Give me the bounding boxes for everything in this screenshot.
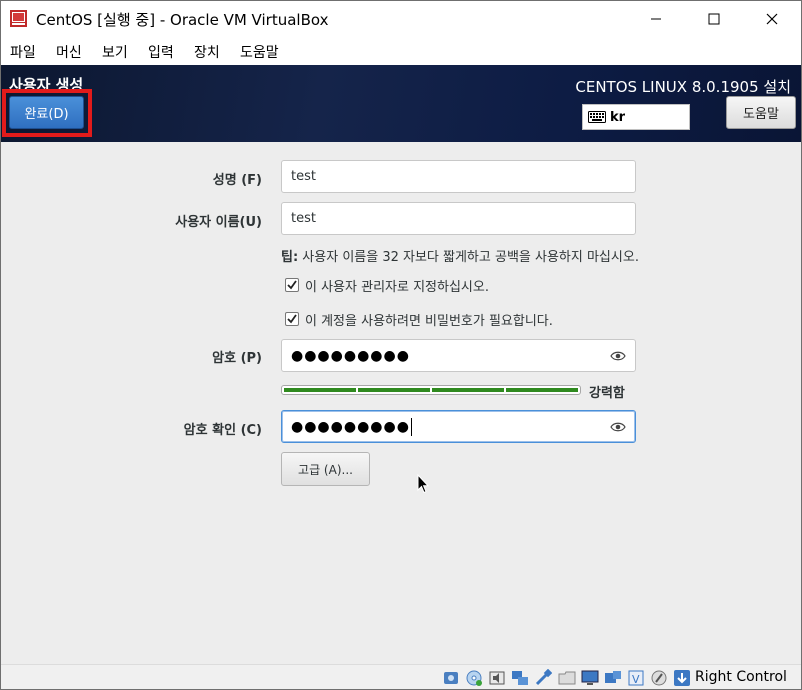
keyboard-layout-indicator[interactable]: kr bbox=[582, 104, 690, 130]
fullname-input[interactable]: test bbox=[281, 160, 636, 193]
host-key-arrow-icon[interactable] bbox=[673, 669, 691, 687]
strength-segment bbox=[432, 388, 504, 392]
close-button[interactable] bbox=[743, 1, 801, 37]
confirm-password-value: ●●●●●●●●● bbox=[291, 418, 410, 435]
done-button[interactable]: 완료(D) bbox=[9, 96, 84, 129]
menu-machine[interactable]: 머신 bbox=[56, 42, 82, 62]
advanced-button[interactable]: 고급 (A)... bbox=[281, 452, 370, 486]
password-required-checkbox[interactable] bbox=[285, 312, 299, 326]
fullname-value: test bbox=[291, 169, 316, 184]
close-icon bbox=[766, 13, 778, 25]
password-required-checkbox-label: 이 계정을 사용하려면 비밀번호가 필요합니다. bbox=[305, 313, 553, 329]
username-label: 사용자 이름(U) bbox=[175, 215, 262, 230]
show-password-eye-icon[interactable] bbox=[610, 421, 626, 433]
video-capture-icon[interactable] bbox=[604, 669, 622, 687]
hard-disk-icon[interactable] bbox=[442, 669, 460, 687]
maximize-icon bbox=[708, 13, 720, 25]
product-title: CENTOS LINUX 8.0.1905 설치 bbox=[575, 78, 791, 96]
mouse-pointer-icon bbox=[417, 474, 429, 494]
strength-segment bbox=[358, 388, 430, 392]
tip-prefix: 팁: bbox=[281, 250, 299, 265]
virtualbox-window: CentOS [실행 중] - Oracle VM VirtualBox 파일 … bbox=[0, 0, 802, 690]
password-strength-label: 강력함 bbox=[589, 386, 625, 401]
installer-header: 사용자 생성 완료(D) CENTOS LINUX 8.0.1905 설치 kr… bbox=[1, 65, 801, 142]
virtualbox-app-icon bbox=[10, 10, 27, 27]
help-button[interactable]: 도움말 bbox=[726, 96, 796, 129]
menu-view[interactable]: 보기 bbox=[102, 42, 128, 62]
menu-file[interactable]: 파일 bbox=[10, 42, 36, 62]
keyboard-layout-label: kr bbox=[610, 109, 626, 125]
text-cursor bbox=[410, 417, 412, 436]
username-value: test bbox=[291, 211, 316, 226]
window-title: CentOS [실행 중] - Oracle VM VirtualBox bbox=[36, 11, 329, 29]
password-input[interactable]: ●●●●●●●●● bbox=[281, 339, 636, 372]
maximize-button[interactable] bbox=[685, 1, 743, 37]
username-input[interactable]: test bbox=[281, 202, 636, 235]
admin-checkbox-label: 이 사용자 관리자로 지정하십시오. bbox=[305, 279, 489, 295]
optical-drive-icon[interactable] bbox=[465, 669, 483, 687]
title-bar: CentOS [실행 중] - Oracle VM VirtualBox bbox=[1, 1, 801, 37]
audio-icon[interactable] bbox=[488, 669, 506, 687]
confirm-password-label: 암호 확인 (C) bbox=[183, 423, 262, 438]
strength-segment bbox=[284, 388, 356, 392]
network-icon[interactable] bbox=[511, 669, 529, 687]
show-password-eye-icon[interactable] bbox=[610, 350, 626, 362]
confirm-password-input[interactable]: ●●●●●●●●● bbox=[281, 410, 636, 443]
checkmark-icon bbox=[287, 314, 297, 324]
menu-devices[interactable]: 장치 bbox=[194, 42, 220, 62]
password-label: 암호 (P) bbox=[212, 351, 262, 366]
username-tip: 팁: 사용자 이름을 32 자보다 짧게하고 공백을 사용하지 마십시오. bbox=[281, 246, 639, 265]
admin-checkbox[interactable] bbox=[285, 278, 299, 292]
password-required-checkbox-row[interactable]: 이 계정을 사용하려면 비밀번호가 필요합니다. bbox=[285, 310, 553, 329]
virtualization-icon[interactable]: V bbox=[627, 669, 645, 687]
usb-icon[interactable] bbox=[534, 669, 552, 687]
minimize-button[interactable] bbox=[627, 1, 685, 37]
minimize-icon bbox=[651, 18, 661, 20]
status-bar: V Right Control bbox=[1, 664, 801, 689]
svg-text:V: V bbox=[632, 673, 640, 686]
user-creation-form: 성명 (F) test 사용자 이름(U) test 팁: 사용자 이름을 32… bbox=[1, 142, 801, 664]
password-strength-bar bbox=[281, 385, 581, 395]
fullname-label: 성명 (F) bbox=[212, 173, 262, 188]
tip-text: 사용자 이름을 32 자보다 짧게하고 공백을 사용하지 마십시오. bbox=[298, 250, 639, 265]
mouse-integration-icon[interactable] bbox=[650, 669, 668, 687]
keyboard-icon bbox=[588, 111, 606, 123]
password-value: ●●●●●●●●● bbox=[291, 347, 410, 364]
shared-folder-icon[interactable] bbox=[558, 669, 576, 687]
host-key-label: Right Control bbox=[695, 669, 787, 685]
checkmark-icon bbox=[287, 280, 297, 290]
menu-help[interactable]: 도움말 bbox=[240, 42, 279, 62]
menu-bar: 파일 머신 보기 입력 장치 도움말 bbox=[1, 37, 801, 65]
display-icon[interactable] bbox=[581, 669, 599, 687]
admin-checkbox-row[interactable]: 이 사용자 관리자로 지정하십시오. bbox=[285, 276, 489, 295]
strength-segment bbox=[506, 388, 578, 392]
menu-input[interactable]: 입력 bbox=[148, 42, 174, 62]
